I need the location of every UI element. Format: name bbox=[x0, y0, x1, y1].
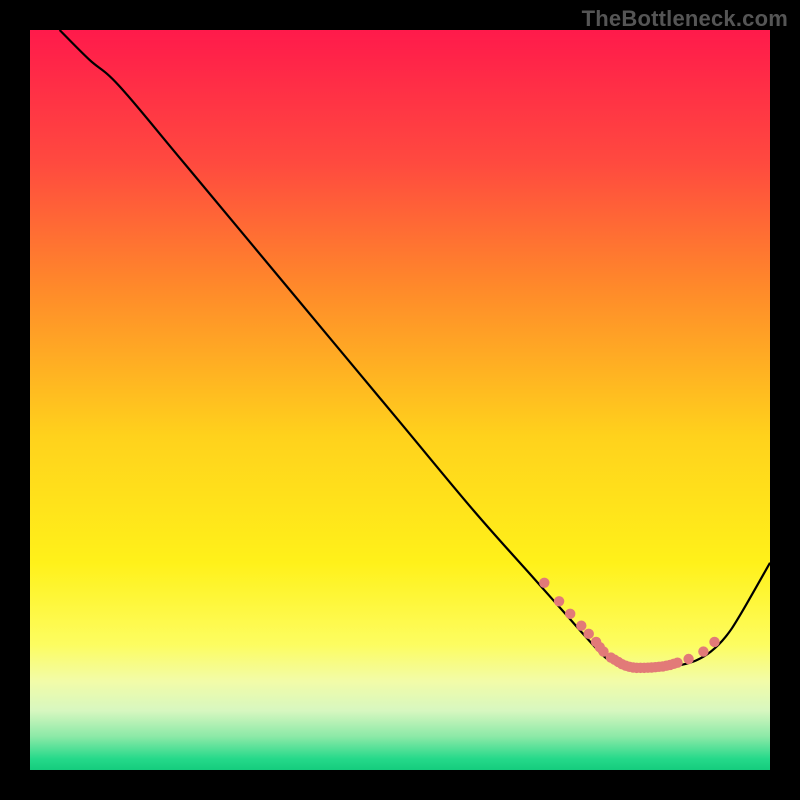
trough-marker bbox=[683, 654, 693, 664]
trough-marker bbox=[554, 596, 564, 606]
trough-marker bbox=[698, 646, 708, 656]
trough-marker bbox=[565, 609, 575, 619]
trough-marker bbox=[672, 658, 682, 668]
chart-frame: TheBottleneck.com bbox=[0, 0, 800, 800]
watermark-text: TheBottleneck.com bbox=[582, 6, 788, 32]
trough-marker bbox=[584, 629, 594, 639]
trough-marker bbox=[576, 621, 586, 631]
trough-marker bbox=[539, 578, 549, 588]
trough-marker bbox=[709, 637, 719, 647]
gradient-background bbox=[30, 30, 770, 770]
bottleneck-chart bbox=[30, 30, 770, 770]
